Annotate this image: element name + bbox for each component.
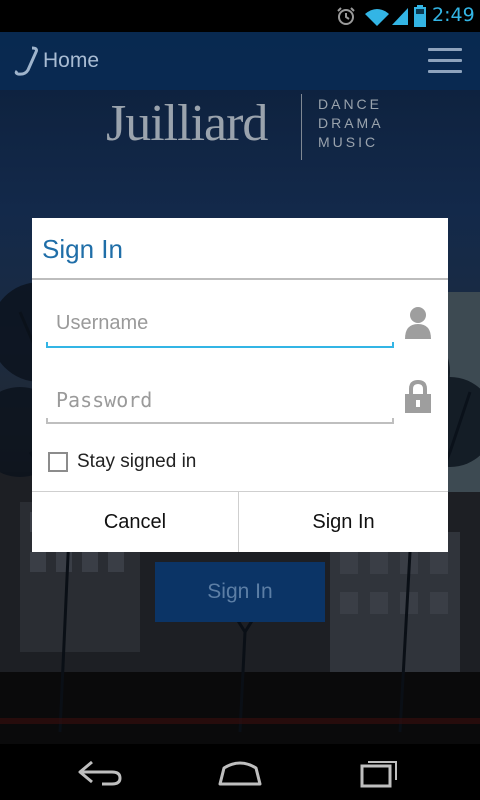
background-sign-in-button[interactable]: Sign In	[155, 562, 325, 622]
wifi-icon	[365, 9, 389, 26]
lock-icon	[405, 380, 431, 413]
cancel-button[interactable]: Cancel	[32, 492, 238, 552]
stay-signed-in-label[interactable]: Stay signed in	[77, 451, 196, 473]
action-bar: Home	[0, 32, 480, 90]
clock-time: 2:49	[432, 4, 475, 26]
status-bar: 2:49	[0, 0, 480, 32]
hamburger-menu-icon[interactable]	[428, 48, 462, 76]
dialog-title: Sign In	[42, 234, 123, 264]
action-bar-title[interactable]: Home	[43, 49, 99, 73]
signal-icon	[392, 8, 408, 25]
person-icon	[405, 307, 431, 339]
password-placeholder: Password	[56, 388, 153, 412]
battery-icon	[414, 5, 426, 27]
sign-in-button[interactable]: Sign In	[239, 492, 448, 552]
alarm-icon	[337, 7, 355, 25]
back-icon[interactable]	[76, 756, 124, 788]
logo-wordmark: Juilliard	[106, 95, 268, 152]
navigation-bar	[0, 744, 480, 800]
stay-signed-in-checkbox[interactable]	[48, 452, 68, 472]
logo-line-dance: DANCE	[318, 96, 383, 112]
password-underline	[46, 418, 394, 424]
sign-in-dialog: Sign In Username Password Stay signed in…	[32, 218, 448, 552]
username-placeholder: Username	[56, 312, 149, 334]
logo-divider	[301, 94, 302, 160]
logo-line-music: MUSIC	[318, 134, 379, 150]
julliard-j-icon[interactable]	[14, 46, 40, 76]
username-field[interactable]: Username	[46, 312, 394, 348]
username-underline	[46, 342, 394, 348]
juilliard-logo: Juilliard DANCE DRAMA MUSIC	[106, 92, 396, 162]
home-icon[interactable]	[216, 756, 264, 788]
recent-apps-icon[interactable]	[356, 756, 404, 788]
password-field[interactable]: Password	[46, 388, 394, 424]
dialog-title-divider	[32, 278, 448, 280]
logo-line-drama: DRAMA	[318, 115, 384, 131]
